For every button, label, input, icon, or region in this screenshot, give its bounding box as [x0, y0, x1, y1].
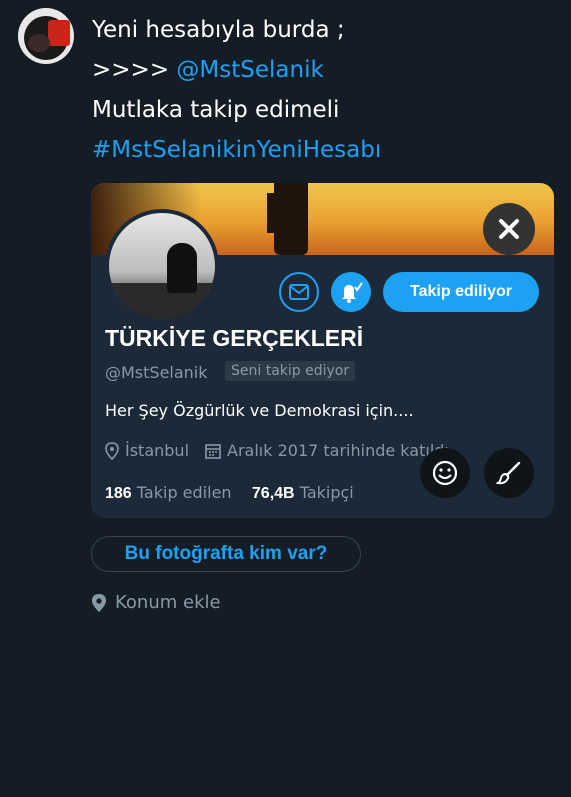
hashtag-link[interactable]: #MstSelanikinYeniHesabı [92, 130, 562, 170]
sticker-button[interactable] [420, 448, 470, 498]
close-icon [499, 219, 519, 239]
smiley-icon [432, 460, 458, 486]
calendar-icon [205, 443, 221, 459]
mail-icon [289, 284, 309, 300]
location-pin-icon [91, 593, 107, 613]
profile-name: TÜRKİYE GERÇEKLERİ [105, 325, 364, 351]
bell-check-icon [342, 282, 363, 303]
following-count: 186 [105, 485, 132, 502]
tweet-arrows: >>>> [92, 57, 177, 83]
add-location-button[interactable]: Konum ekle [91, 592, 221, 613]
message-button[interactable] [279, 272, 319, 312]
followers-count: 76,4B [251, 485, 295, 502]
tweet-line-2: >>>> @MstSelanik [92, 50, 562, 90]
profile-handle: @MstSelanik [105, 363, 208, 382]
profile-stats: 186 Takip edilen 76,4B Takipçi [105, 483, 354, 503]
profile-meta: İstanbul Aralık 2017 tarihinde katıldı [105, 441, 449, 460]
edit-image-button[interactable] [484, 448, 534, 498]
followers-label: Takipçi [299, 483, 354, 502]
tweet-line-1: Yeni hesabıyla burda ; [92, 17, 345, 43]
following-label: Takip edilen [136, 483, 232, 502]
add-location-label: Konum ekle [115, 592, 221, 613]
following-button[interactable]: Takip ediliyor [383, 272, 539, 312]
mention-link[interactable]: @MstSelanik [176, 57, 323, 83]
remove-image-button[interactable] [483, 203, 535, 255]
profile-joined: Aralık 2017 tarihinde katıldı [227, 441, 449, 460]
tweet-text: Yeni hesabıyla burda ; >>>> @MstSelanik … [92, 10, 562, 170]
notifications-button[interactable] [331, 272, 371, 312]
profile-bio: Her Şey Özgürlük ve Demokrasi için.... [105, 401, 414, 420]
tweet-line-3: Mutlaka takip edimeli [92, 97, 340, 123]
attached-image-profile-card: Takip ediliyor TÜRKİYE GERÇEKLERİ @MstSe… [91, 183, 554, 518]
tag-people-button[interactable]: Bu fotoğrafta kim var? [91, 536, 361, 572]
follows-you-badge: Seni takip ediyor [225, 361, 356, 381]
profile-picture [105, 209, 219, 323]
location-pin-icon [105, 441, 119, 460]
profile-location: İstanbul [125, 441, 190, 460]
user-avatar[interactable] [18, 8, 74, 64]
brush-icon [496, 461, 521, 485]
